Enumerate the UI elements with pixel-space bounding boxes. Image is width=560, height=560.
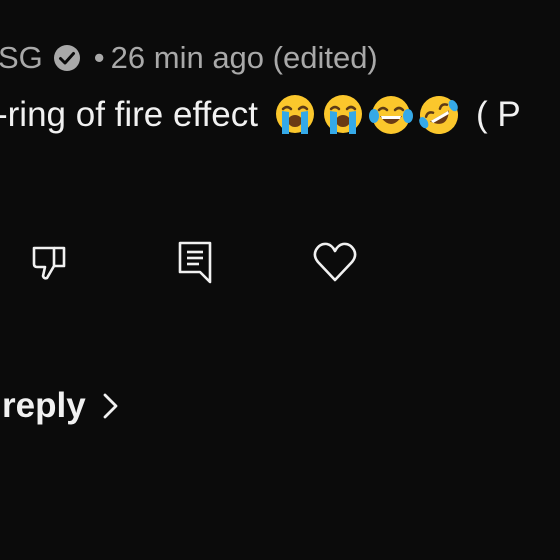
- comment-timestamp: 26 min ago (edited): [110, 40, 378, 75]
- loudly-crying-face-icon: [275, 95, 314, 134]
- heart-icon: [312, 240, 358, 289]
- rolling-on-the-floor-laughing-icon: [419, 96, 458, 134]
- face-with-tears-of-joy-icon: [368, 96, 413, 134]
- chevron-right-icon: [102, 392, 120, 420]
- reply-button[interactable]: [170, 240, 218, 288]
- comment-actions: [0, 240, 560, 290]
- dislike-button[interactable]: [26, 240, 74, 288]
- comment-meta: SG • 26 min ago (edited): [0, 37, 378, 79]
- comment-icon: [172, 238, 216, 291]
- verified-check-icon: [52, 43, 82, 73]
- loudly-crying-face-icon: [323, 95, 362, 134]
- comment-text: ring of fire effect: [7, 95, 258, 134]
- replies-label: reply: [2, 386, 86, 425]
- comment-text-prefix: -: [0, 95, 8, 135]
- comment-text-trailing: ( P: [475, 95, 521, 134]
- comment-body: - ring of fire effect: [0, 92, 521, 138]
- thumbs-down-icon: [28, 240, 72, 289]
- emoji-group: [272, 92, 462, 138]
- meta-separator: •: [93, 40, 105, 75]
- like-button[interactable]: [311, 240, 359, 288]
- comment-screen: SG • 26 min ago (edited) - ring of fire …: [0, 0, 560, 560]
- author-name[interactable]: SG: [0, 40, 43, 76]
- view-replies-button[interactable]: reply: [2, 382, 120, 430]
